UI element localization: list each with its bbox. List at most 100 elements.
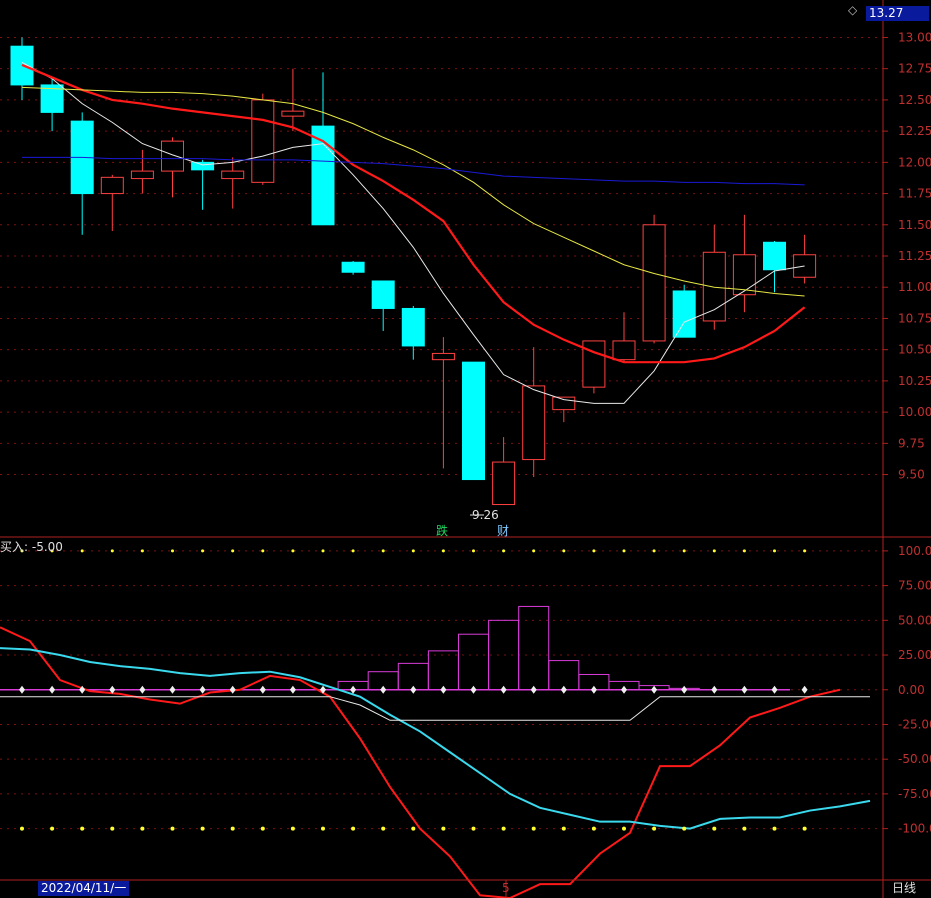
current-price-tag: 13.27 [866,6,929,21]
price-tick-label: 11.25 [898,249,931,263]
indicator-tick-label: 25.00 [898,648,931,662]
zero-diamond [350,685,357,694]
lower-dot [742,826,747,831]
lower-dot [802,826,807,831]
lower-dot [170,826,175,831]
lower-dot [351,826,356,831]
cursor-label: 5 [502,881,510,895]
price-tick-label: 12.75 [898,62,931,76]
histogram-bar [548,660,580,691]
finance-marker[interactable]: 财 [497,522,509,539]
zero-diamond [139,685,146,694]
lower-dot [290,826,295,831]
indicator-tick-label: 50.00 [898,613,931,627]
zero-diamond [440,685,447,694]
upper-dot [562,549,566,553]
histogram-bar [518,605,550,691]
price-tick-label: 10.00 [898,405,931,419]
price-tick-label: 11.75 [898,187,931,201]
candle-body [672,290,696,338]
candle-body [251,99,275,183]
zero-diamond [259,685,266,694]
lower-dot [110,826,115,831]
lower-dot [411,826,416,831]
indicator-line [0,626,841,898]
upper-dot [381,549,385,553]
zero-diamond [621,685,627,694]
candle-body [161,140,184,172]
indicator-tick-label: -75.00 [898,787,931,801]
lower-dot [471,826,476,831]
upper-dot [411,549,415,553]
upper-dot [231,549,235,553]
zero-diamond [199,685,206,694]
lower-dot [80,826,85,831]
candle-body [281,110,305,117]
zero-diamond [229,685,236,694]
indicator-tick-label: -50.00 [898,752,931,766]
lower-dot [20,826,24,831]
price-tick-label: 11.00 [898,280,931,294]
zero-diamond [289,685,296,694]
chart-canvas[interactable]: 13.00 12.75 12.50 12.25 12.00 11.75 11.50 11.25… [0,0,931,898]
lower-dot [561,826,566,831]
zero-diamond [530,685,537,694]
candle-body [431,352,455,361]
zero-diamond [590,685,597,694]
diamond-icon[interactable]: ◇ [848,3,857,17]
upper-dot [712,549,716,553]
upper-dot [140,549,144,553]
price-tick-label: 12.50 [898,93,931,107]
price-tick-label: 13.00 [898,30,931,44]
upper-dot [502,549,506,553]
candle-body [401,307,425,347]
indicator-tick-label: 0.00 [898,683,925,697]
indicator-lines [0,626,871,898]
candle-body [522,385,546,461]
lower-dot [230,826,235,831]
price-tick-label: 9.75 [898,436,925,450]
zero-diamond [741,685,748,694]
upper-dot [652,549,656,553]
upper-dot [773,549,776,553]
upper-dot [803,549,807,553]
candle-body [552,396,576,411]
zero-diamond [19,685,25,694]
indicator-line [0,696,870,721]
zero-diamond [470,685,477,694]
zero-diamond [380,685,387,694]
price-axis: 13.00 12.75 12.50 12.25 12.00 11.75 11.50 11.25… [883,30,931,482]
lower-dot [441,826,446,831]
candle-body [492,461,516,506]
indicator-line [0,647,871,830]
zero-diamond [771,685,778,694]
upper-dot [171,549,174,553]
lower-dot [712,826,717,831]
zero-diamond [500,685,507,694]
fall-marker[interactable]: 跌 [436,522,448,539]
upper-dot [532,549,536,553]
upper-dot [472,549,475,553]
price-tick-label: 12.00 [898,155,931,169]
price-tick-label: 9.50 [898,468,925,482]
candle-body [462,361,485,481]
zero-diamond [169,685,176,694]
indicator-tick-label: 75.00 [898,579,931,593]
lower-dot [381,826,386,831]
candlestick-series [10,37,817,506]
price-tick-label: 10.50 [898,343,931,357]
indicator-axis: 100.00 75.00 50.00 25.00 0.00 -25.00 -50.00 -75… [883,544,931,836]
lower-dot [772,826,777,831]
zero-diamond [801,685,808,694]
candle-body [341,261,365,273]
lower-dot [50,826,55,831]
candle-body [642,224,666,342]
upper-dot [261,549,265,553]
histogram-bar [488,619,520,691]
price-tick-label: 11.50 [898,218,931,232]
period-button[interactable]: 日线 [892,881,916,896]
candle-body [371,280,395,309]
price-tick-label: 10.75 [898,311,931,325]
date-tag: 2022/04/11/一 [38,881,130,896]
lower-dot [652,826,657,831]
